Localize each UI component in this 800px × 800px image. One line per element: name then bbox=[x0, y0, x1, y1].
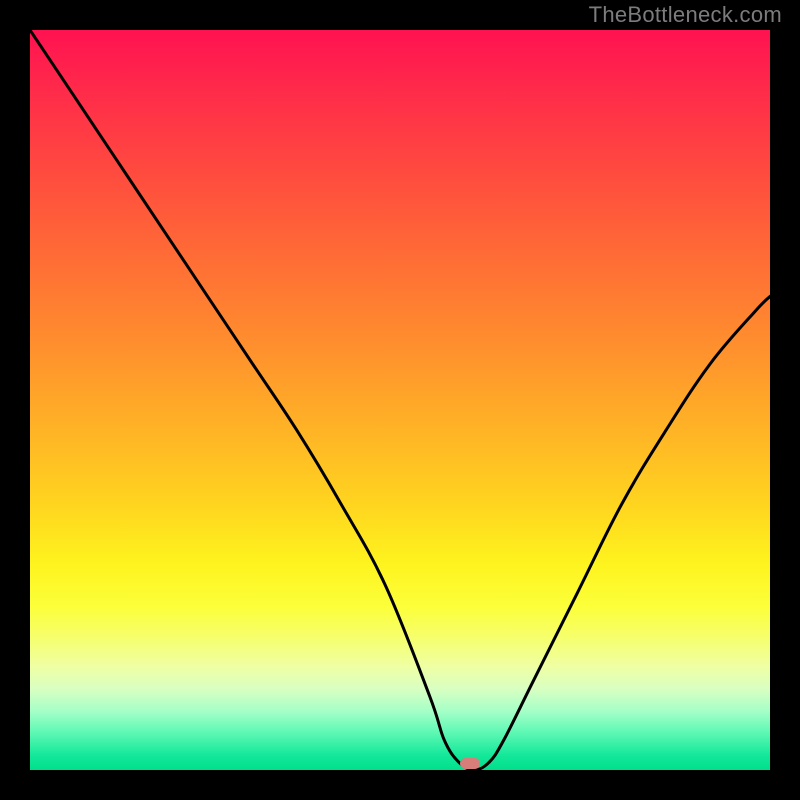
optimum-marker bbox=[460, 758, 480, 769]
bottleneck-curve bbox=[30, 30, 770, 770]
plot-area bbox=[30, 30, 770, 770]
chart-frame: TheBottleneck.com bbox=[0, 0, 800, 800]
watermark-text: TheBottleneck.com bbox=[589, 2, 782, 28]
